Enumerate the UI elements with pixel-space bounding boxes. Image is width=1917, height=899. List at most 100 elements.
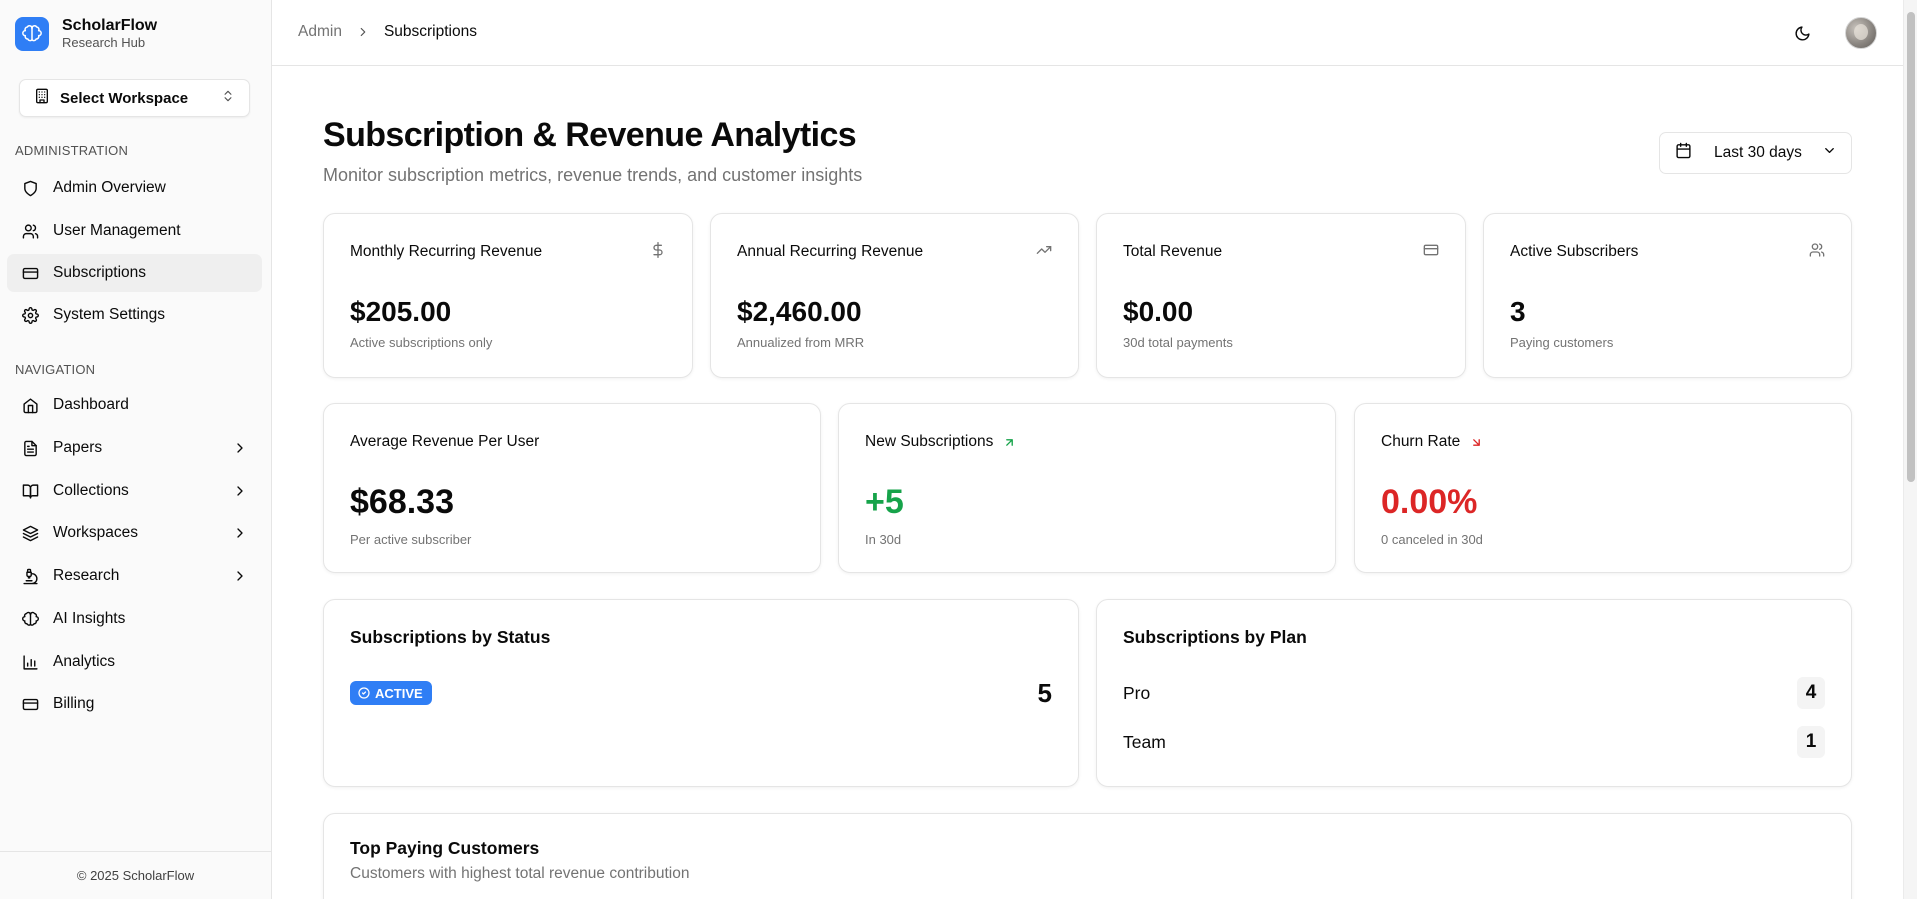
metric-title: New Subscriptions <box>865 433 994 450</box>
sidebar-item-label: Papers <box>53 439 103 456</box>
sidebar-item-system-settings[interactable]: System Settings <box>7 296 262 334</box>
plan-count: 1 <box>1797 726 1825 758</box>
moon-icon[interactable] <box>1791 22 1813 44</box>
metric-note: In 30d <box>865 532 902 547</box>
sidebar-item-label: Dashboard <box>53 396 129 413</box>
card-subtitle: Customers with highest total revenue con… <box>350 865 690 882</box>
metric-title: Annual Recurring Revenue <box>737 243 924 260</box>
shield-icon <box>20 178 40 198</box>
metric-title: Monthly Recurring Revenue <box>350 243 543 260</box>
scrollbar[interactable] <box>1903 0 1917 899</box>
sidebar-item-label: User Management <box>53 222 181 239</box>
metric-title: Total Revenue <box>1123 243 1223 260</box>
metric-note: Annualized from MRR <box>737 335 865 350</box>
status-count: 5 <box>1037 678 1052 708</box>
sidebar-item-label: Billing <box>53 695 95 712</box>
page-title: Subscription & Revenue Analytics <box>323 116 857 154</box>
metric-value: $205.00 <box>350 296 452 327</box>
sidebar-item-label: Research <box>53 567 120 584</box>
brain-logo-icon <box>15 16 49 51</box>
gear-icon <box>20 305 40 325</box>
metric-title: Active Subscribers <box>1510 243 1639 260</box>
metric-value: 3 <box>1510 296 1526 327</box>
sidebar-item-subscriptions[interactable]: Subscriptions <box>7 254 262 292</box>
breadcrumb-admin-link[interactable]: Admin <box>298 23 342 41</box>
metric-card-arpu: Average Revenue Per User $68.33 Per acti… <box>323 403 821 573</box>
avatar[interactable] <box>1845 17 1877 49</box>
sidebar-item-analytics[interactable]: Analytics <box>7 643 262 681</box>
metric-card-new-subscriptions: New Subscriptions +5 In 30d <box>838 403 1336 573</box>
sidebar-item-papers[interactable]: Papers <box>7 429 262 467</box>
credit-card-icon <box>20 694 40 714</box>
sidebar-item-admin-overview[interactable]: Admin Overview <box>7 169 262 207</box>
dollar-icon <box>650 242 666 263</box>
calendar-icon <box>1675 142 1692 164</box>
brand-subtitle: Research Hub <box>62 35 146 50</box>
book-open-icon <box>20 481 40 501</box>
trending-up-icon <box>1036 242 1052 263</box>
metric-note: Active subscriptions only <box>350 335 493 350</box>
microscope-icon <box>20 566 40 586</box>
breadcrumb-current: Subscriptions <box>383 23 477 40</box>
navigation-section-title: NAVIGATION <box>15 362 96 377</box>
brand-title: ScholarFlow <box>62 17 158 34</box>
date-range-select[interactable]: Last 30 days <box>1659 132 1852 174</box>
arrow-down-right-icon <box>1470 436 1483 449</box>
plan-count: 4 <box>1797 677 1825 709</box>
check-circle-icon <box>358 687 370 699</box>
metric-value: $68.33 <box>350 483 454 521</box>
metric-title: Churn Rate <box>1381 433 1461 450</box>
chevron-right-icon[interactable] <box>232 568 248 589</box>
list-item: Team 1 <box>1123 726 1825 758</box>
brand[interactable]: ScholarFlow Research Hub <box>15 16 157 51</box>
chevron-right-icon[interactable] <box>232 483 248 504</box>
sidebar-item-user-management[interactable]: User Management <box>7 212 262 250</box>
sidebar-item-research[interactable]: Research <box>7 557 262 595</box>
workspace-select[interactable]: Select Workspace <box>19 79 250 117</box>
plan-name: Team <box>1123 731 1166 752</box>
card-title: Subscriptions by Plan <box>1123 627 1307 647</box>
sidebar-item-label: System Settings <box>53 306 165 323</box>
scrollbar-thumb[interactable] <box>1907 12 1915 482</box>
sidebar-footer: © 2025 ScholarFlow <box>0 851 271 899</box>
sidebar-item-ai-insights[interactable]: AI Insights <box>7 600 262 638</box>
sidebar-item-workspaces[interactable]: Workspaces <box>7 514 262 552</box>
metric-card-active-subscribers: Active Subscribers 3 Paying customers <box>1483 213 1852 378</box>
arrow-up-right-icon <box>1003 436 1016 449</box>
sidebar-item-label: Collections <box>53 482 129 499</box>
subscriptions-by-status-card: Subscriptions by Status ACTIVE 5 <box>323 599 1079 787</box>
admin-section-title: ADMINISTRATION <box>15 143 129 158</box>
users-icon <box>20 221 40 241</box>
chevron-right-icon <box>356 25 370 39</box>
brain-icon <box>20 609 40 629</box>
card-title: Top Paying Customers <box>350 838 540 858</box>
card-title: Subscriptions by Status <box>350 627 551 647</box>
sidebar-item-label: AI Insights <box>53 610 126 627</box>
credit-card-icon <box>1423 242 1439 263</box>
sidebar-item-label: Workspaces <box>53 524 138 541</box>
plan-name: Pro <box>1123 682 1151 703</box>
status-badge-label: ACTIVE <box>375 685 423 701</box>
sidebar-item-label: Admin Overview <box>53 179 166 196</box>
workspace-select-label: Select Workspace <box>60 89 189 107</box>
metric-value: $0.00 <box>1123 296 1194 327</box>
status-badge: ACTIVE <box>350 681 432 705</box>
metric-card-mrr: Monthly Recurring Revenue $205.00 Active… <box>323 213 693 378</box>
metric-note: 0 canceled in 30d <box>1381 532 1483 547</box>
metric-card-churn-rate: Churn Rate 0.00% 0 canceled in 30d <box>1354 403 1852 573</box>
page-subtitle: Monitor subscription metrics, revenue tr… <box>323 165 863 185</box>
layers-icon <box>20 523 40 543</box>
metric-value: +5 <box>865 483 904 521</box>
users-icon <box>1809 242 1825 263</box>
building-icon <box>34 88 50 109</box>
chevron-right-icon[interactable] <box>232 440 248 461</box>
chevron-down-icon <box>1822 143 1837 163</box>
sidebar-item-label: Subscriptions <box>53 264 147 281</box>
chevron-right-icon[interactable] <box>232 525 248 546</box>
top-paying-customers-card: Top Paying Customers Customers with high… <box>323 813 1852 899</box>
sidebar: ScholarFlow Research Hub Select Workspac… <box>0 0 272 899</box>
sidebar-item-dashboard[interactable]: Dashboard <box>7 386 262 424</box>
sidebar-item-billing[interactable]: Billing <box>7 685 262 723</box>
sidebar-item-collections[interactable]: Collections <box>7 472 262 510</box>
metric-note: Paying customers <box>1510 335 1614 350</box>
